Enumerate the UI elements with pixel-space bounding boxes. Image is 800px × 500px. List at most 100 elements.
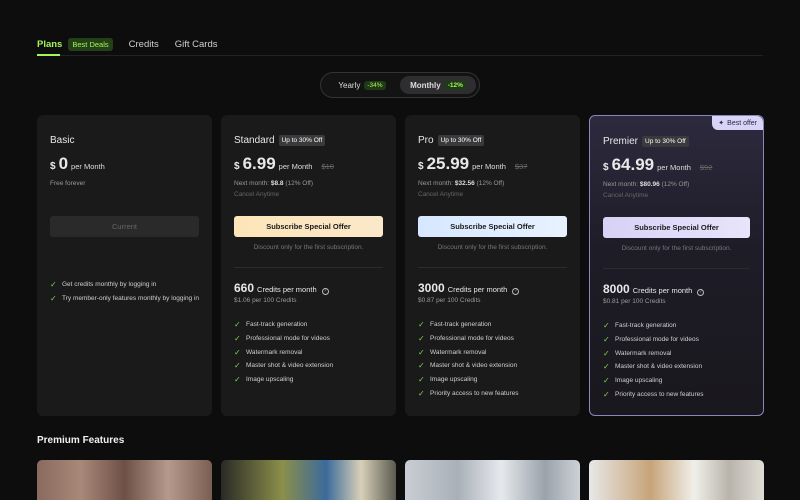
- next-month-note: Next month: $80.96 (12% Off): [603, 181, 750, 188]
- credits-per-month: 8000 Credits per month ?: [603, 282, 705, 296]
- info-icon[interactable]: ?: [321, 288, 329, 295]
- feature-text: Try member-only features monthly by logg…: [62, 295, 200, 303]
- plan-name: Basic: [50, 133, 199, 147]
- credits-amount: 660: [234, 281, 255, 295]
- plan-card-premier: ✦ Best offer Premier Up to 30% Off $ 64.…: [589, 115, 764, 416]
- currency-symbol: $: [418, 161, 424, 172]
- next-month-price: $8.8: [270, 180, 284, 187]
- check-icon: ✓: [603, 376, 610, 386]
- next-month-off: (12% Off): [661, 181, 690, 188]
- feature-item: ✓ Master shot & video extension: [603, 360, 753, 374]
- price-period: per Month: [278, 162, 313, 171]
- discount-badge: Up to 30% Off: [437, 134, 485, 146]
- feature-text: Image upscaling: [615, 377, 663, 385]
- discount-badge: Up to 30% Off: [642, 135, 689, 147]
- yearly-option[interactable]: Yearly -34%: [324, 76, 400, 94]
- feature-text: Master shot & video extension: [615, 363, 703, 371]
- monthly-option[interactable]: Monthly -12%: [400, 76, 476, 94]
- check-icon: ✓: [50, 294, 57, 304]
- next-month-price: $32.56: [454, 180, 475, 187]
- premium-features-title: Premium Features: [37, 435, 125, 446]
- feature-item: ✓ Professional mode for videos: [603, 333, 753, 347]
- credits-amount: 8000: [603, 282, 630, 296]
- price-amount: 25.99: [426, 154, 470, 173]
- feature-item: ✓ Priority access to new features: [418, 386, 570, 400]
- plan-name-text: Premier: [603, 135, 639, 147]
- feature-list: ✓ Fast-track generation ✓ Professional mod…: [418, 318, 570, 400]
- yearly-label: Yearly: [338, 80, 361, 90]
- feature-text: Fast-track generation: [246, 321, 308, 329]
- feature-list: ✓ Get credits monthly by logging in ✓ Try …: [50, 278, 202, 305]
- feature-text: Watermark removal: [246, 348, 303, 356]
- feature-thumbnail-4[interactable]: [589, 460, 764, 500]
- next-month-label: Next month:: [418, 180, 454, 187]
- tab-plans-label: Plans: [37, 39, 63, 50]
- credits-rate: $0.81 per 100 Credits: [603, 298, 666, 305]
- feature-thumbnail-2[interactable]: [221, 460, 396, 500]
- active-tab-indicator: [37, 54, 60, 56]
- plan-name-text: Pro: [418, 134, 434, 146]
- check-icon: ✓: [603, 389, 610, 399]
- sparkle-icon: ✦: [718, 120, 725, 127]
- tab-gift-cards[interactable]: Gift Cards: [175, 39, 218, 50]
- feature-item: ✓ Watermark removal: [603, 346, 753, 360]
- feature-item: ✓ Fast-track generation: [418, 318, 570, 332]
- price-row: $ 64.99 per Month $92: [603, 155, 750, 175]
- discount-note: Discount only for the first subscription…: [621, 245, 732, 252]
- feature-item: ✓ Fast-track generation: [603, 319, 753, 333]
- credits-rate: $0.87 per 100 Credits: [418, 297, 481, 304]
- best-offer-label: Best offer: [727, 119, 757, 127]
- feature-thumbnail-1[interactable]: [37, 460, 212, 500]
- feature-item: ✓ Image upscaling: [603, 374, 753, 388]
- next-month-off: (12% Off): [476, 180, 505, 187]
- credits-label: Credits per month: [257, 285, 317, 294]
- credits-label: Credits per month: [447, 285, 508, 294]
- feature-text: Professional mode for videos: [246, 335, 330, 343]
- current-plan-button[interactable]: Current: [50, 216, 199, 237]
- original-price: $92: [699, 163, 713, 172]
- price-period: per Month: [71, 162, 105, 171]
- subscribe-button[interactable]: Subscribe Special Offer: [603, 217, 750, 238]
- subscribe-button[interactable]: Subscribe Special Offer: [234, 216, 383, 237]
- feature-text: Fast-track generation: [615, 322, 677, 330]
- best-deals-badge: Best Deals: [68, 38, 113, 51]
- feature-item: ✓ Image upscaling: [418, 373, 570, 387]
- cancel-anytime: Cancel Anytime: [603, 192, 649, 199]
- currency-symbol: $: [234, 161, 240, 172]
- subscribe-button[interactable]: Subscribe Special Offer: [418, 216, 567, 237]
- plan-card-pro: Pro Up to 30% Off $ 25.99 per Month $37 …: [405, 115, 580, 416]
- check-icon: ✓: [418, 375, 425, 385]
- info-icon[interactable]: ?: [697, 289, 705, 296]
- feature-item: ✓ Image upscaling: [234, 373, 386, 387]
- check-icon: ✓: [603, 321, 610, 331]
- feature-item: ✓ Professional mode for videos: [418, 332, 570, 346]
- feature-item: ✓ Master shot & video extension: [234, 359, 386, 373]
- price-row: $ 0 per Month: [50, 154, 199, 174]
- feature-text: Fast-track generation: [430, 321, 492, 329]
- price-row: $ 25.99 per Month $37: [418, 154, 567, 174]
- feature-item: ✓ Professional mode for videos: [234, 332, 386, 346]
- original-price: $10: [321, 162, 334, 171]
- check-icon: ✓: [418, 320, 425, 330]
- feature-list: ✓ Fast-track generation ✓ Professional mod…: [234, 318, 386, 386]
- credits-label: Credits per month: [632, 286, 693, 295]
- info-icon[interactable]: ?: [512, 288, 520, 295]
- check-icon: ✓: [603, 335, 610, 345]
- price-row: $ 6.99 per Month $10: [234, 154, 383, 174]
- feature-thumbnail-3[interactable]: [405, 460, 580, 500]
- tab-plans[interactable]: Plans Best Deals: [37, 38, 113, 51]
- price-period: per Month: [657, 163, 691, 172]
- feature-text: Priority access to new features: [430, 389, 519, 397]
- check-icon: ✓: [418, 334, 425, 344]
- credits-per-month: 660 Credits per month ?: [234, 281, 329, 295]
- monthly-label: Monthly: [410, 80, 441, 90]
- tab-credits[interactable]: Credits: [129, 39, 159, 50]
- yearly-discount-badge: -34%: [364, 80, 386, 90]
- feature-text: Priority access to new features: [615, 390, 704, 398]
- divider: [603, 268, 750, 269]
- check-icon: ✓: [234, 347, 241, 357]
- plan-name-text: Basic: [50, 134, 75, 146]
- feature-item: ✓ Priority access to new features: [603, 387, 753, 401]
- check-icon: ✓: [603, 362, 610, 372]
- feature-item: ✓ Get credits monthly by logging in: [50, 278, 202, 292]
